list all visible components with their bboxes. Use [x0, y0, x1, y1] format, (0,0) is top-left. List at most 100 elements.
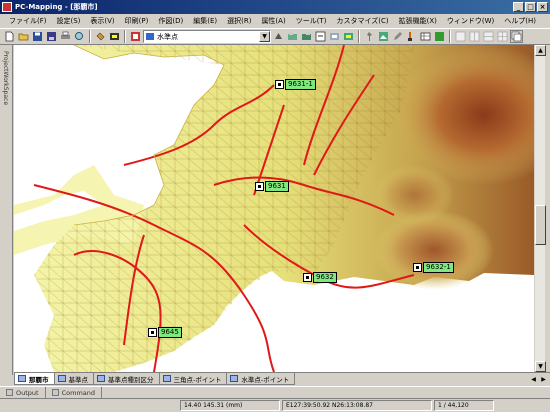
toolbar: 水準点 ▼	[0, 28, 550, 45]
menu-extensions[interactable]: 拡張機能(X)	[394, 16, 442, 26]
map-tool-2-icon[interactable]	[300, 30, 313, 43]
current-layer-select[interactable]: 水準点 ▼	[143, 30, 271, 43]
menu-attribute[interactable]: 属性(A)	[256, 16, 290, 26]
menu-edit[interactable]: 編集(E)	[188, 16, 222, 26]
benchmark-point[interactable]: 9632	[303, 272, 337, 283]
tab-naha-city[interactable]: 那覇市	[14, 373, 55, 385]
layer-icon	[230, 375, 239, 382]
brush-tool-icon[interactable]	[405, 30, 418, 43]
tab-reference-point-types[interactable]: 基準点種別区分	[93, 373, 160, 385]
open-folder-icon[interactable]	[17, 30, 30, 43]
minimize-button[interactable]: _	[513, 2, 524, 12]
menu-file[interactable]: ファイル(F)	[4, 16, 52, 26]
status-bar: 14.40 145.31 (mm) E127:39:50.92 N26:13:0…	[0, 398, 550, 412]
menu-print[interactable]: 印刷(P)	[120, 16, 154, 26]
map-drawing	[14, 45, 534, 372]
window-cascade-icon[interactable]	[510, 30, 523, 43]
print-icon[interactable]	[59, 30, 72, 43]
menu-tools[interactable]: ツール(T)	[291, 16, 332, 26]
map-tool-4-icon[interactable]	[328, 30, 341, 43]
benchmark-marker-icon	[255, 182, 264, 191]
command-icon	[51, 389, 59, 396]
window-title: PC-Mapping - [那覇市]	[15, 3, 98, 11]
attribute-table-icon[interactable]	[419, 30, 432, 43]
layer-icon	[18, 375, 26, 382]
benchmark-marker-icon	[413, 263, 422, 272]
layer-up-icon[interactable]	[272, 30, 285, 43]
menu-draw[interactable]: 作図(D)	[153, 16, 188, 26]
window-tile-3-icon[interactable]	[482, 30, 495, 43]
maximize-button[interactable]: □	[525, 2, 536, 12]
project-workspace-panel[interactable]: ProjectWorkSpace	[0, 45, 13, 375]
layer-icon	[162, 375, 171, 382]
save-icon[interactable]	[31, 30, 44, 43]
toolbar-separator	[358, 30, 360, 43]
toolbar-separator	[124, 30, 126, 43]
menu-settings[interactable]: 設定(S)	[52, 16, 86, 26]
map-tool-5-icon[interactable]	[342, 30, 355, 43]
current-layer-value: 水準点	[157, 32, 178, 41]
layer-tab-bar: 那覇市 基準点 基準点種別区分 三角点-ポイント 水準点-ポイント ◀ ▶	[14, 372, 550, 385]
benchmark-point[interactable]: 9632-1	[413, 262, 454, 273]
layer-icon	[97, 375, 105, 382]
benchmark-point[interactable]: 9645	[148, 327, 182, 338]
benchmark-marker-icon	[148, 328, 157, 337]
map-vertical-scrollbar[interactable]: ▲ ▼	[534, 45, 546, 372]
benchmark-point[interactable]: 9631-1	[275, 79, 316, 90]
layer-manager-icon[interactable]	[129, 30, 142, 43]
menu-select[interactable]: 選択(R)	[222, 16, 256, 26]
window-tile-4-icon[interactable]	[496, 30, 509, 43]
map-tool-1-icon[interactable]	[286, 30, 299, 43]
status-scale: 1 / 44,120	[434, 400, 494, 411]
tab-reference-points[interactable]: 基準点	[53, 373, 94, 385]
tab-output[interactable]: Output	[0, 387, 46, 398]
scroll-down-icon[interactable]: ▼	[535, 361, 546, 372]
tab-triangulation-points[interactable]: 三角点-ポイント	[158, 373, 228, 385]
benchmark-label: 9645	[158, 327, 182, 338]
benchmark-label: 9632	[313, 272, 337, 283]
pin-tool-icon[interactable]	[363, 30, 376, 43]
save-all-icon[interactable]	[45, 30, 58, 43]
menu-view[interactable]: 表示(V)	[85, 16, 119, 26]
menu-window[interactable]: ウィンドウ(W)	[442, 16, 499, 26]
tab-prev-icon[interactable]: ◀	[529, 375, 538, 385]
tab-benchmark-points[interactable]: 水準点-ポイント	[226, 373, 296, 385]
output-panel-tabs: Output Command	[0, 386, 550, 398]
scrollbar-thumb[interactable]	[535, 205, 546, 245]
map-tool-6-icon[interactable]	[377, 30, 390, 43]
chevron-down-icon[interactable]: ▼	[259, 31, 270, 42]
map-tool-7-icon[interactable]	[433, 30, 446, 43]
window-tile-2-icon[interactable]	[468, 30, 481, 43]
menu-bar: ファイル(F) 設定(S) 表示(V) 印刷(P) 作図(D) 編集(E) 選択…	[0, 14, 550, 28]
title-bar: PC-Mapping - [那覇市] _ □ ×	[0, 0, 550, 14]
menu-customize[interactable]: カスタマイズ(C)	[331, 16, 393, 26]
toolbar-separator	[449, 30, 451, 43]
hand-tool-icon[interactable]	[94, 30, 107, 43]
toolbar-separator	[89, 30, 91, 43]
benchmark-marker-icon	[303, 273, 312, 282]
map-tool-3-icon[interactable]	[314, 30, 327, 43]
benchmark-point[interactable]: 9631	[255, 181, 289, 192]
scroll-up-icon[interactable]: ▲	[535, 45, 546, 56]
layer-icon	[57, 375, 66, 382]
close-button[interactable]: ×	[537, 2, 548, 12]
status-coords-mm: 14.40 145.31 (mm)	[180, 400, 280, 411]
benchmark-label: 9632-1	[423, 262, 454, 273]
status-coords-geo: E127:39:50.92 N26:13:08.87	[282, 400, 432, 411]
benchmark-label: 9631-1	[285, 79, 316, 90]
layer-tool-icon[interactable]	[108, 30, 121, 43]
app-icon	[2, 2, 12, 12]
map-canvas[interactable]: 9631-1 9631 9632 9632-1 9645	[14, 45, 534, 372]
benchmark-label: 9631	[265, 181, 289, 192]
preview-icon[interactable]	[73, 30, 86, 43]
window-controls: _ □ ×	[513, 2, 548, 12]
output-icon	[6, 389, 13, 396]
new-file-icon[interactable]	[3, 30, 16, 43]
menu-help[interactable]: ヘルプ(H)	[499, 16, 541, 26]
window-tile-1-icon[interactable]	[454, 30, 467, 43]
pen-tool-icon[interactable]	[391, 30, 404, 43]
tab-next-icon[interactable]: ▶	[539, 375, 548, 385]
tab-command[interactable]: Command	[46, 387, 103, 398]
project-workspace-label: ProjectWorkSpace	[2, 51, 9, 106]
tab-navigation: ◀ ▶	[529, 375, 550, 385]
